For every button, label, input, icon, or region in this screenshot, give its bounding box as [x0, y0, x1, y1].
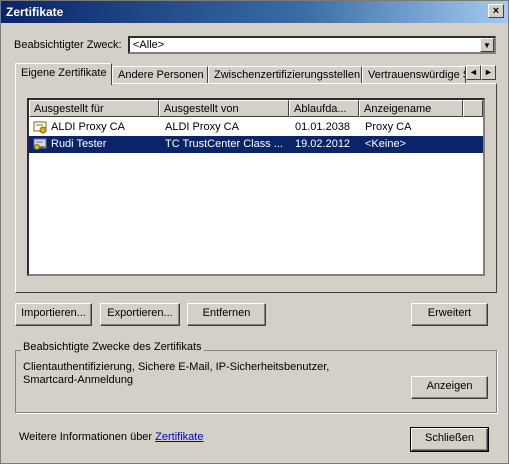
certificates-link[interactable]: Zertifikate — [155, 431, 203, 443]
import-button[interactable]: Importieren... — [15, 303, 92, 326]
column-filler — [463, 100, 483, 117]
purposes-legend: Beabsichtigte Zwecke des Zertifikats — [21, 341, 204, 353]
tab-trusted-root[interactable]: Vertrauenswürdige Stamm — [362, 66, 466, 84]
purposes-line-2: Smartcard-Anmeldung — [23, 374, 134, 386]
close-window-button[interactable]: × — [488, 4, 504, 18]
export-button[interactable]: Exportieren... — [100, 303, 180, 326]
chevron-down-icon[interactable]: ▼ — [480, 38, 494, 52]
certificate-key-icon — [33, 138, 47, 150]
cell-friendly-name: <Keine> — [365, 138, 406, 150]
remove-button[interactable]: Entfernen — [187, 303, 266, 326]
tab-other-persons[interactable]: Andere Personen — [112, 66, 208, 84]
view-button[interactable]: Anzeigen — [411, 376, 488, 399]
tab-own-certificates[interactable]: Eigene Zertifikate — [15, 63, 112, 85]
certificate-icon — [33, 121, 47, 134]
title-bar: Zertifikate — [1, 1, 508, 23]
cell-expiration: 19.02.2012 — [295, 138, 351, 150]
purpose-label: Beabsichtigter Zweck: — [14, 39, 122, 51]
certificate-list[interactable]: Ausgestellt für Ausgestellt von Ablaufda… — [27, 98, 485, 276]
cell-issued-by: ALDI Proxy CA — [165, 121, 239, 133]
table-row[interactable]: ALDI Proxy CA ALDI Proxy CA 01.01.2038 P… — [29, 119, 483, 136]
list-header: Ausgestellt für Ausgestellt von Ablaufda… — [29, 100, 483, 117]
close-button[interactable]: Schließen — [410, 427, 489, 452]
column-issued-to[interactable]: Ausgestellt für — [29, 100, 159, 117]
cell-friendly-name: Proxy CA — [365, 121, 412, 133]
cell-issued-by: TC TrustCenter Class ... — [165, 138, 283, 150]
column-expiration[interactable]: Ablaufda... — [289, 100, 359, 117]
advanced-button[interactable]: Erweitert — [411, 303, 488, 326]
purposes-line-1: Clientauthentifizierung, Sichere E-Mail,… — [23, 361, 330, 373]
tab-scroll-right-icon[interactable]: ► — [481, 65, 496, 80]
column-issued-by[interactable]: Ausgestellt von — [159, 100, 289, 117]
table-row-selected[interactable]: Rudi Tester TC TrustCenter Class ... 19.… — [29, 136, 483, 153]
cell-issued-to: ALDI Proxy CA — [51, 121, 125, 133]
more-info-text: Weitere Informationen über — [19, 431, 153, 443]
tab-strip: Eigene Zertifikate Andere Personen Zwisc… — [15, 63, 497, 85]
tab-scroll-left-icon[interactable]: ◄ — [466, 65, 481, 80]
tab-intermediate-authorities[interactable]: Zwischenzertifizierungsstellen — [208, 66, 362, 84]
cell-expiration: 01.01.2038 — [295, 121, 351, 133]
purpose-dropdown[interactable]: <Alle> ▼ — [128, 36, 496, 54]
more-info: Weitere Informationen über Zertifikate — [19, 431, 203, 443]
window-title: Zertifikate — [6, 5, 64, 19]
cell-issued-to: Rudi Tester — [51, 138, 107, 150]
certificates-dialog: Zertifikate × Beabsichtigter Zweck: <All… — [0, 0, 509, 464]
column-friendly-name[interactable]: Anzeigename — [359, 100, 463, 117]
purposes-text: Clientauthentifizierung, Sichere E-Mail,… — [23, 361, 383, 387]
purpose-value: <Alle> — [133, 39, 165, 51]
